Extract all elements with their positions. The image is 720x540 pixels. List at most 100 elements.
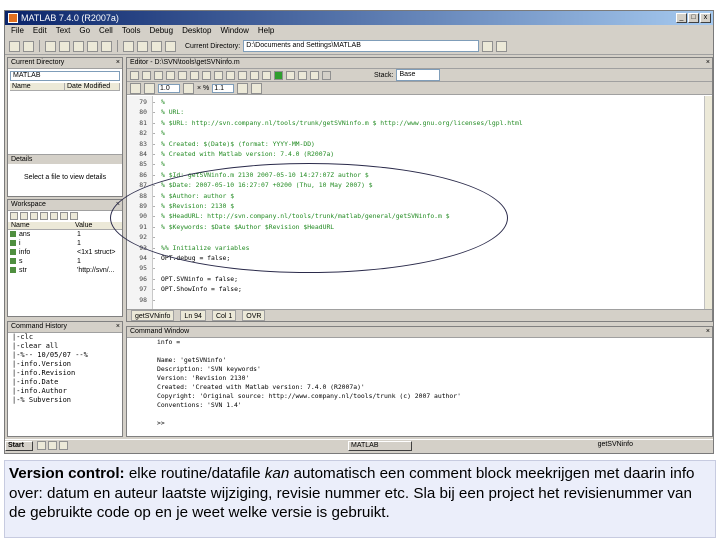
print-icon[interactable]: [50, 212, 58, 220]
details-bar[interactable]: Details: [8, 154, 122, 164]
close-icon[interactable]: ×: [116, 322, 120, 332]
copy-icon[interactable]: [59, 40, 70, 52]
code-line[interactable]: 89-% $Revision: 2130 $: [127, 201, 712, 211]
history-line[interactable]: |-info.Author: [8, 387, 122, 396]
code-line[interactable]: 92-: [127, 232, 712, 242]
quicklaunch-icon[interactable]: [59, 441, 68, 450]
code-line[interactable]: 91-% $Keywords: $Date $Author $Revision …: [127, 222, 712, 232]
menu-text[interactable]: Text: [56, 25, 71, 37]
current-dir-path[interactable]: MATLAB: [10, 71, 120, 81]
code-line[interactable]: 97- OPT.ShowInfo = false;: [127, 284, 712, 294]
code-line[interactable]: 88-% $Author: author $: [127, 191, 712, 201]
start-button[interactable]: Start: [5, 440, 33, 451]
cell-value-input[interactable]: 1.0: [158, 83, 180, 93]
code-line[interactable]: 81-% $URL: http://svn.company.nl/tools/t…: [127, 118, 712, 128]
import-data-icon[interactable]: [30, 212, 38, 220]
maximize-button[interactable]: □: [688, 13, 699, 23]
code-line[interactable]: 85-%: [127, 159, 712, 169]
open-variable-icon[interactable]: [20, 212, 28, 220]
history-line[interactable]: |-%-- 10/05/07 --%: [8, 351, 122, 360]
history-line[interactable]: |-clear all: [8, 342, 122, 351]
print-icon[interactable]: [226, 70, 235, 80]
editor-code-area[interactable]: 79-% 80-% URL: 81-% $URL: http://svn.compa…: [127, 96, 712, 309]
breakpoint-icon[interactable]: [250, 70, 259, 80]
code-line[interactable]: 98-: [127, 295, 712, 305]
menu-help[interactable]: Help: [258, 25, 274, 37]
code-line[interactable]: 96- OPT.SVNinfo = false;: [127, 274, 712, 284]
cell-value-input[interactable]: 1.1: [212, 83, 235, 93]
code-line[interactable]: 82-%: [127, 128, 712, 138]
run-icon[interactable]: [274, 70, 283, 80]
code-line[interactable]: 95-: [127, 263, 712, 273]
save-icon[interactable]: [154, 70, 163, 80]
eval-cell-icon[interactable]: [251, 82, 263, 94]
simulink-icon[interactable]: [123, 40, 134, 52]
code-line[interactable]: 80-% URL:: [127, 107, 712, 117]
menu-go[interactable]: Go: [79, 25, 90, 37]
minimize-button[interactable]: _: [676, 13, 687, 23]
quicklaunch-icon[interactable]: [48, 441, 57, 450]
find-icon[interactable]: [238, 70, 247, 80]
history-line[interactable]: |-info.Version: [8, 360, 122, 369]
undo-icon[interactable]: [87, 40, 98, 52]
profiler-icon[interactable]: [151, 40, 162, 52]
close-icon[interactable]: ×: [116, 200, 120, 210]
close-icon[interactable]: ×: [706, 327, 710, 337]
cell-minus-icon[interactable]: [144, 82, 155, 94]
step-out-icon[interactable]: [310, 70, 319, 80]
code-line[interactable]: 93-%% Initialize variables: [127, 243, 712, 253]
exit-debug-icon[interactable]: [322, 70, 331, 80]
code-line[interactable]: 83-% Created: $(Date)$ (format: YYYY-MM-…: [127, 139, 712, 149]
paste-icon[interactable]: [190, 70, 199, 80]
stack-dropdown[interactable]: Base: [396, 69, 441, 81]
open-file-icon[interactable]: [142, 70, 151, 80]
up-folder-icon[interactable]: [496, 40, 508, 52]
menu-desktop[interactable]: Desktop: [182, 25, 211, 37]
history-line[interactable]: |-clc: [8, 333, 122, 342]
cell-plus-icon[interactable]: [237, 82, 249, 94]
save-icon[interactable]: [40, 212, 48, 220]
step-in-icon[interactable]: [298, 70, 307, 80]
column-name[interactable]: Name: [10, 83, 65, 90]
menu-tools[interactable]: Tools: [122, 25, 141, 37]
column-date-modified[interactable]: Date Modified: [65, 83, 120, 90]
code-line[interactable]: 86-% $Id: getSVNinfo.m 2130 2007-05-10 1…: [127, 170, 712, 180]
cell-plus-icon[interactable]: [183, 82, 194, 94]
browse-folder-icon[interactable]: [482, 40, 494, 52]
workspace-row[interactable]: str 'http://svn/...: [8, 266, 122, 275]
new-file-icon[interactable]: [130, 70, 139, 80]
close-button[interactable]: x: [700, 13, 711, 23]
help-icon[interactable]: [165, 40, 176, 52]
open-file-icon[interactable]: [23, 40, 34, 52]
code-line[interactable]: 79-%: [127, 97, 712, 107]
new-variable-icon[interactable]: [10, 212, 18, 220]
quicklaunch-icon[interactable]: [37, 441, 46, 450]
command-window-pane[interactable]: Command Window × info = Name: 'getSVNinf…: [126, 326, 713, 437]
new-file-icon[interactable]: [9, 40, 20, 52]
workspace-row[interactable]: ans 1: [8, 230, 122, 239]
code-line[interactable]: 94- OPT.debug = false;: [127, 253, 712, 263]
paste-icon[interactable]: [73, 40, 84, 52]
undo-icon[interactable]: [202, 70, 211, 80]
copy-icon[interactable]: [178, 70, 187, 80]
menu-window[interactable]: Window: [220, 25, 248, 37]
history-line[interactable]: |-% Subversion: [8, 396, 122, 405]
column-value[interactable]: Value: [72, 222, 92, 229]
cell-icon[interactable]: [130, 82, 141, 94]
clear-breakpoints-icon[interactable]: [262, 70, 271, 80]
history-line[interactable]: |-info.Revision: [8, 369, 122, 378]
column-name[interactable]: Name: [8, 222, 72, 229]
plot-icon[interactable]: [70, 212, 78, 220]
task-matlab[interactable]: MATLAB: [348, 440, 412, 451]
workspace-row[interactable]: info <1x1 struct>: [8, 248, 122, 257]
workspace-row[interactable]: i 1: [8, 239, 122, 248]
cut-icon[interactable]: [166, 70, 175, 80]
guide-icon[interactable]: [137, 40, 148, 52]
step-icon[interactable]: [286, 70, 295, 80]
menu-edit[interactable]: Edit: [33, 25, 47, 37]
history-line[interactable]: |-info.Date: [8, 378, 122, 387]
menu-debug[interactable]: Debug: [150, 25, 174, 37]
close-icon[interactable]: ×: [116, 58, 120, 68]
code-line[interactable]: 84-% Created with Matlab version: 7.4.0 …: [127, 149, 712, 159]
code-line[interactable]: 87-% $Date: 2007-05-10 16:27:07 +0200 (T…: [127, 180, 712, 190]
